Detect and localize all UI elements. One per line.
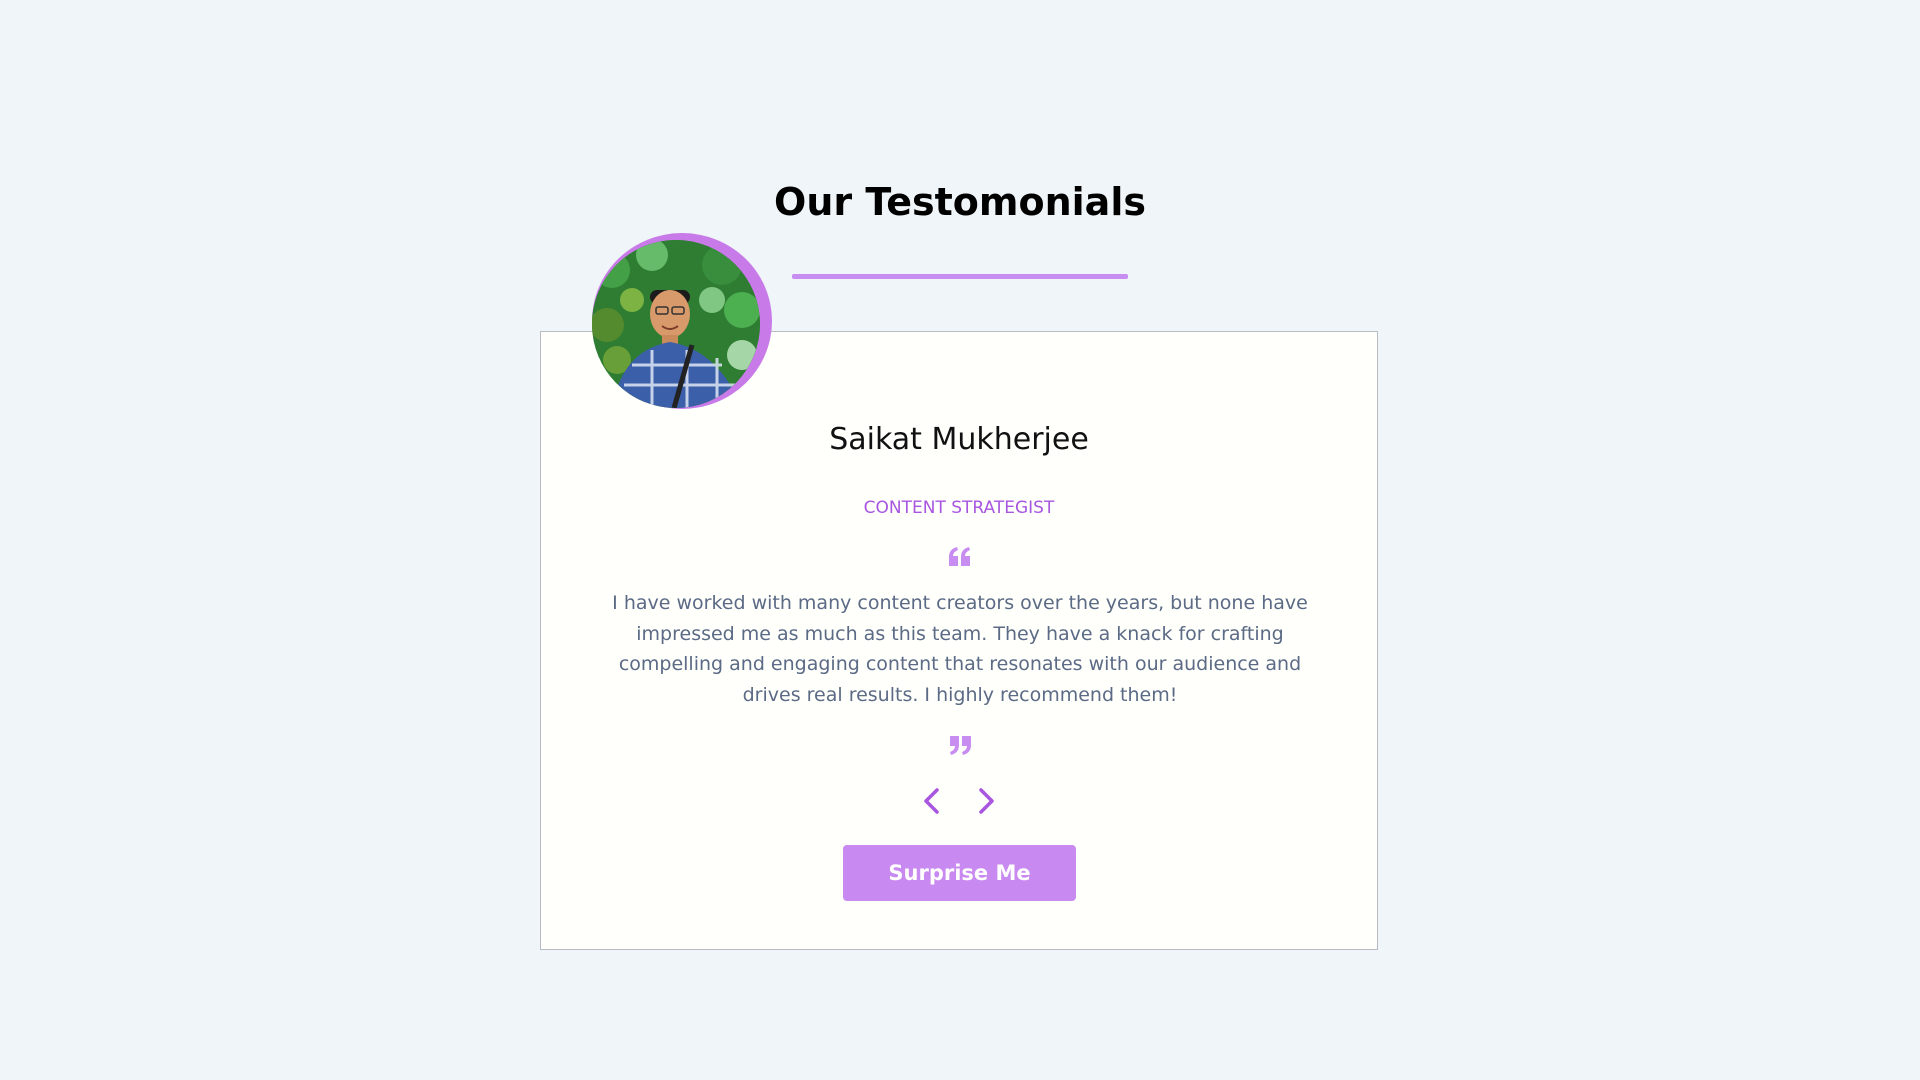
quote-close-icon bbox=[950, 736, 971, 755]
testimonial-text: I have worked with many content creators… bbox=[612, 592, 1308, 706]
testimonials-page: Our Testomonials Saikat Mukherjee CONTEN… bbox=[0, 0, 1920, 1080]
reviewer-role: CONTENT STRATEGIST bbox=[863, 498, 1055, 518]
title-underline bbox=[792, 274, 1128, 279]
quote-open-icon bbox=[949, 547, 970, 566]
reviewer-name: Saikat Mukherjee bbox=[829, 422, 1089, 457]
chevron-left-icon[interactable] bbox=[918, 786, 946, 816]
surprise-me-button[interactable]: Surprise Me bbox=[843, 845, 1076, 901]
person-photo-avatar bbox=[592, 240, 760, 408]
chevron-right-icon[interactable] bbox=[972, 786, 1000, 816]
section-title: Our Testomonials bbox=[774, 180, 1146, 224]
avatar bbox=[592, 240, 760, 408]
